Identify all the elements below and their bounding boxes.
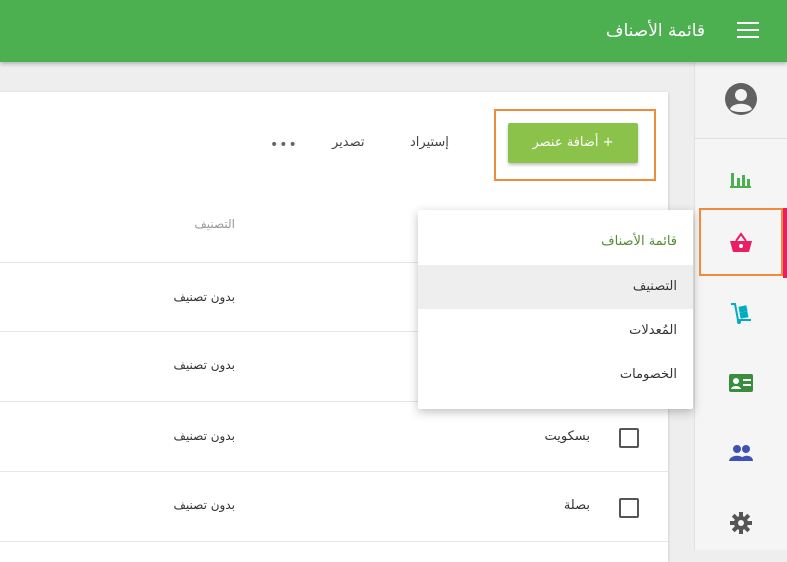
items-dropdown-menu: قائمة الأصناف التصنيف المُعدلات الخصومات — [418, 210, 693, 409]
sidebar-item-customers[interactable] — [695, 348, 787, 418]
import-button[interactable]: إستيراد — [410, 135, 449, 150]
table-row-category: بدون تصنيف — [173, 498, 235, 512]
app-bar: قائمة الأصناف — [0, 0, 787, 62]
sidebar-user[interactable] — [695, 62, 787, 139]
category-column-header: التصنيف — [194, 217, 235, 231]
table-row-category: بدون تصنيف — [173, 358, 235, 372]
shopping-basket-icon — [730, 232, 752, 252]
row-checkbox[interactable] — [619, 428, 639, 448]
menu-item-modifiers[interactable]: المُعدلات — [418, 309, 693, 353]
sidebar-item-employees[interactable] — [695, 418, 787, 488]
more-options-icon[interactable]: ••• — [270, 137, 298, 153]
menu-item-discounts[interactable]: الخصومات — [418, 353, 693, 397]
hand-truck-icon — [731, 303, 751, 324]
sidebar-item-reports[interactable] — [695, 142, 787, 212]
sidebar-item-items[interactable] — [695, 208, 787, 278]
sidebar-item-inventory[interactable] — [695, 278, 787, 348]
row-divider — [0, 471, 668, 472]
table-row-name: بسكويت — [544, 429, 591, 444]
table-row-name: بصلة — [563, 498, 590, 513]
table-row-category: بدون تصنيف — [173, 290, 235, 304]
contact-card-icon — [729, 374, 753, 392]
active-indicator — [783, 208, 787, 278]
menu-item-categories[interactable]: التصنيف — [418, 265, 693, 309]
sidebar-item-settings[interactable] — [695, 488, 787, 558]
menu-item-items-list[interactable]: قائمة الأصناف — [418, 220, 693, 264]
account-circle-icon — [725, 83, 757, 115]
row-checkbox[interactable] — [619, 498, 639, 518]
export-button[interactable]: تصدير — [332, 135, 365, 150]
row-divider — [0, 541, 668, 542]
table-row-category: بدون تصنيف — [173, 429, 235, 443]
hamburger-icon[interactable] — [737, 22, 759, 40]
people-icon — [729, 445, 753, 461]
bar-chart-icon — [730, 173, 751, 188]
sidebar — [694, 62, 787, 550]
add-item-button[interactable]: + أضافة عنصر — [508, 123, 638, 163]
gear-icon — [730, 512, 752, 534]
page-title: قائمة الأصناف — [605, 21, 705, 41]
